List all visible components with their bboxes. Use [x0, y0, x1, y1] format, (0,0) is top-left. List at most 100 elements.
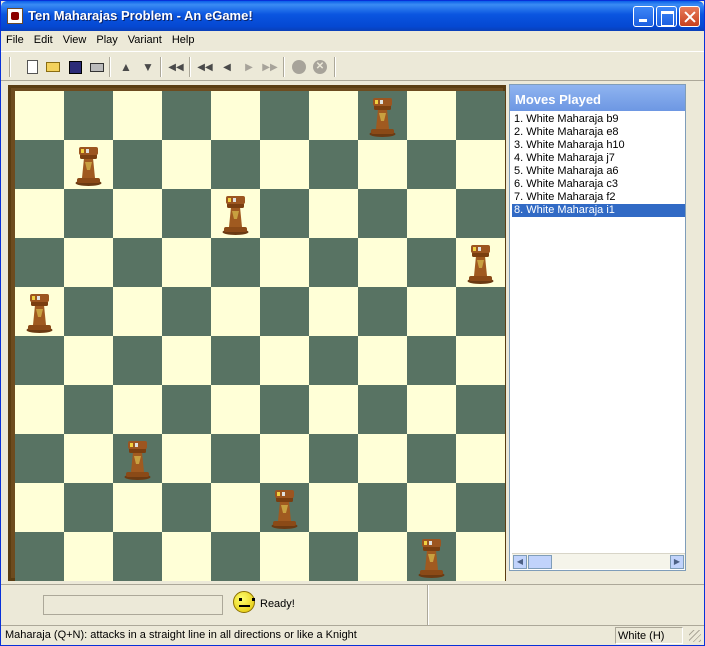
square-b6[interactable] — [64, 287, 113, 336]
square-e4[interactable] — [211, 385, 260, 434]
square-a4[interactable] — [15, 385, 64, 434]
square-f9[interactable] — [260, 140, 309, 189]
square-c10[interactable] — [113, 91, 162, 140]
print-icon[interactable] — [89, 59, 105, 75]
square-j10[interactable] — [456, 91, 505, 140]
move-item[interactable]: 2. White Maharaja e8 — [512, 126, 685, 139]
maximize-button[interactable] — [656, 6, 677, 27]
scroll-left-icon[interactable]: ◀ — [513, 555, 527, 569]
square-j3[interactable] — [456, 434, 505, 483]
move-item[interactable]: 4. White Maharaja j7 — [512, 152, 685, 165]
square-b5[interactable] — [64, 336, 113, 385]
next-move-icon[interactable]: ▶ — [241, 59, 257, 75]
move-item[interactable]: 7. White Maharaja f2 — [512, 191, 685, 204]
square-h9[interactable] — [358, 140, 407, 189]
square-a2[interactable] — [15, 483, 64, 532]
square-d5[interactable] — [162, 336, 211, 385]
move-item[interactable]: 6. White Maharaja c3 — [512, 178, 685, 191]
last-move-icon[interactable]: ▶▶ — [262, 59, 278, 75]
square-h4[interactable] — [358, 385, 407, 434]
square-h8[interactable] — [358, 189, 407, 238]
square-f4[interactable] — [260, 385, 309, 434]
square-i3[interactable] — [407, 434, 456, 483]
menu-file[interactable]: File — [1, 31, 29, 50]
square-i5[interactable] — [407, 336, 456, 385]
square-b4[interactable] — [64, 385, 113, 434]
square-i7[interactable] — [407, 238, 456, 287]
square-b10[interactable] — [64, 91, 113, 140]
square-b3[interactable] — [64, 434, 113, 483]
square-g8[interactable] — [309, 189, 358, 238]
scroll-right-icon[interactable]: ▶ — [670, 555, 684, 569]
square-d10[interactable] — [162, 91, 211, 140]
maharaja-piece[interactable] — [270, 487, 299, 529]
square-h7[interactable] — [358, 238, 407, 287]
square-g9[interactable] — [309, 140, 358, 189]
cancel-icon[interactable]: ✕ — [312, 59, 328, 75]
square-e8[interactable] — [211, 189, 260, 238]
square-i8[interactable] — [407, 189, 456, 238]
horizontal-scrollbar[interactable]: ◀ ▶ — [512, 553, 685, 569]
minimize-button[interactable] — [633, 6, 654, 27]
square-j2[interactable] — [456, 483, 505, 532]
new-game-icon[interactable] — [24, 59, 40, 75]
rewind-all-icon[interactable]: ◀◀ — [168, 59, 184, 75]
square-c2[interactable] — [113, 483, 162, 532]
square-a6[interactable] — [15, 287, 64, 336]
close-button[interactable] — [679, 6, 700, 27]
square-g7[interactable] — [309, 238, 358, 287]
square-g3[interactable] — [309, 434, 358, 483]
square-h10[interactable] — [358, 91, 407, 140]
square-e5[interactable] — [211, 336, 260, 385]
square-d3[interactable] — [162, 434, 211, 483]
square-d2[interactable] — [162, 483, 211, 532]
up-arrow-icon[interactable]: ▲ — [118, 59, 134, 75]
square-h3[interactable] — [358, 434, 407, 483]
square-g10[interactable] — [309, 91, 358, 140]
maharaja-piece[interactable] — [368, 95, 397, 137]
square-e7[interactable] — [211, 238, 260, 287]
square-h5[interactable] — [358, 336, 407, 385]
square-b8[interactable] — [64, 189, 113, 238]
menu-play[interactable]: Play — [91, 31, 122, 50]
square-f2[interactable] — [260, 483, 309, 532]
square-c7[interactable] — [113, 238, 162, 287]
maharaja-piece[interactable] — [466, 242, 495, 284]
square-f6[interactable] — [260, 287, 309, 336]
square-c1[interactable] — [113, 532, 162, 581]
square-f1[interactable] — [260, 532, 309, 581]
square-j6[interactable] — [456, 287, 505, 336]
square-c5[interactable] — [113, 336, 162, 385]
square-i10[interactable] — [407, 91, 456, 140]
square-j9[interactable] — [456, 140, 505, 189]
square-f5[interactable] — [260, 336, 309, 385]
square-j1[interactable] — [456, 532, 505, 581]
square-g1[interactable] — [309, 532, 358, 581]
menu-view[interactable]: View — [58, 31, 92, 50]
menu-variant[interactable]: Variant — [123, 31, 167, 50]
square-g5[interactable] — [309, 336, 358, 385]
square-a9[interactable] — [15, 140, 64, 189]
maharaja-piece[interactable] — [74, 144, 103, 186]
square-a8[interactable] — [15, 189, 64, 238]
maharaja-piece[interactable] — [221, 193, 250, 235]
square-f10[interactable] — [260, 91, 309, 140]
square-b1[interactable] — [64, 532, 113, 581]
chess-board[interactable] — [15, 91, 505, 581]
square-h6[interactable] — [358, 287, 407, 336]
square-i1[interactable] — [407, 532, 456, 581]
square-a3[interactable] — [15, 434, 64, 483]
square-f3[interactable] — [260, 434, 309, 483]
square-j4[interactable] — [456, 385, 505, 434]
maharaja-piece[interactable] — [25, 291, 54, 333]
square-f8[interactable] — [260, 189, 309, 238]
square-j5[interactable] — [456, 336, 505, 385]
square-e3[interactable] — [211, 434, 260, 483]
square-d1[interactable] — [162, 532, 211, 581]
square-h2[interactable] — [358, 483, 407, 532]
maharaja-piece[interactable] — [123, 438, 152, 480]
resize-grip-icon[interactable] — [689, 630, 701, 642]
square-f7[interactable] — [260, 238, 309, 287]
square-a1[interactable] — [15, 532, 64, 581]
square-d6[interactable] — [162, 287, 211, 336]
